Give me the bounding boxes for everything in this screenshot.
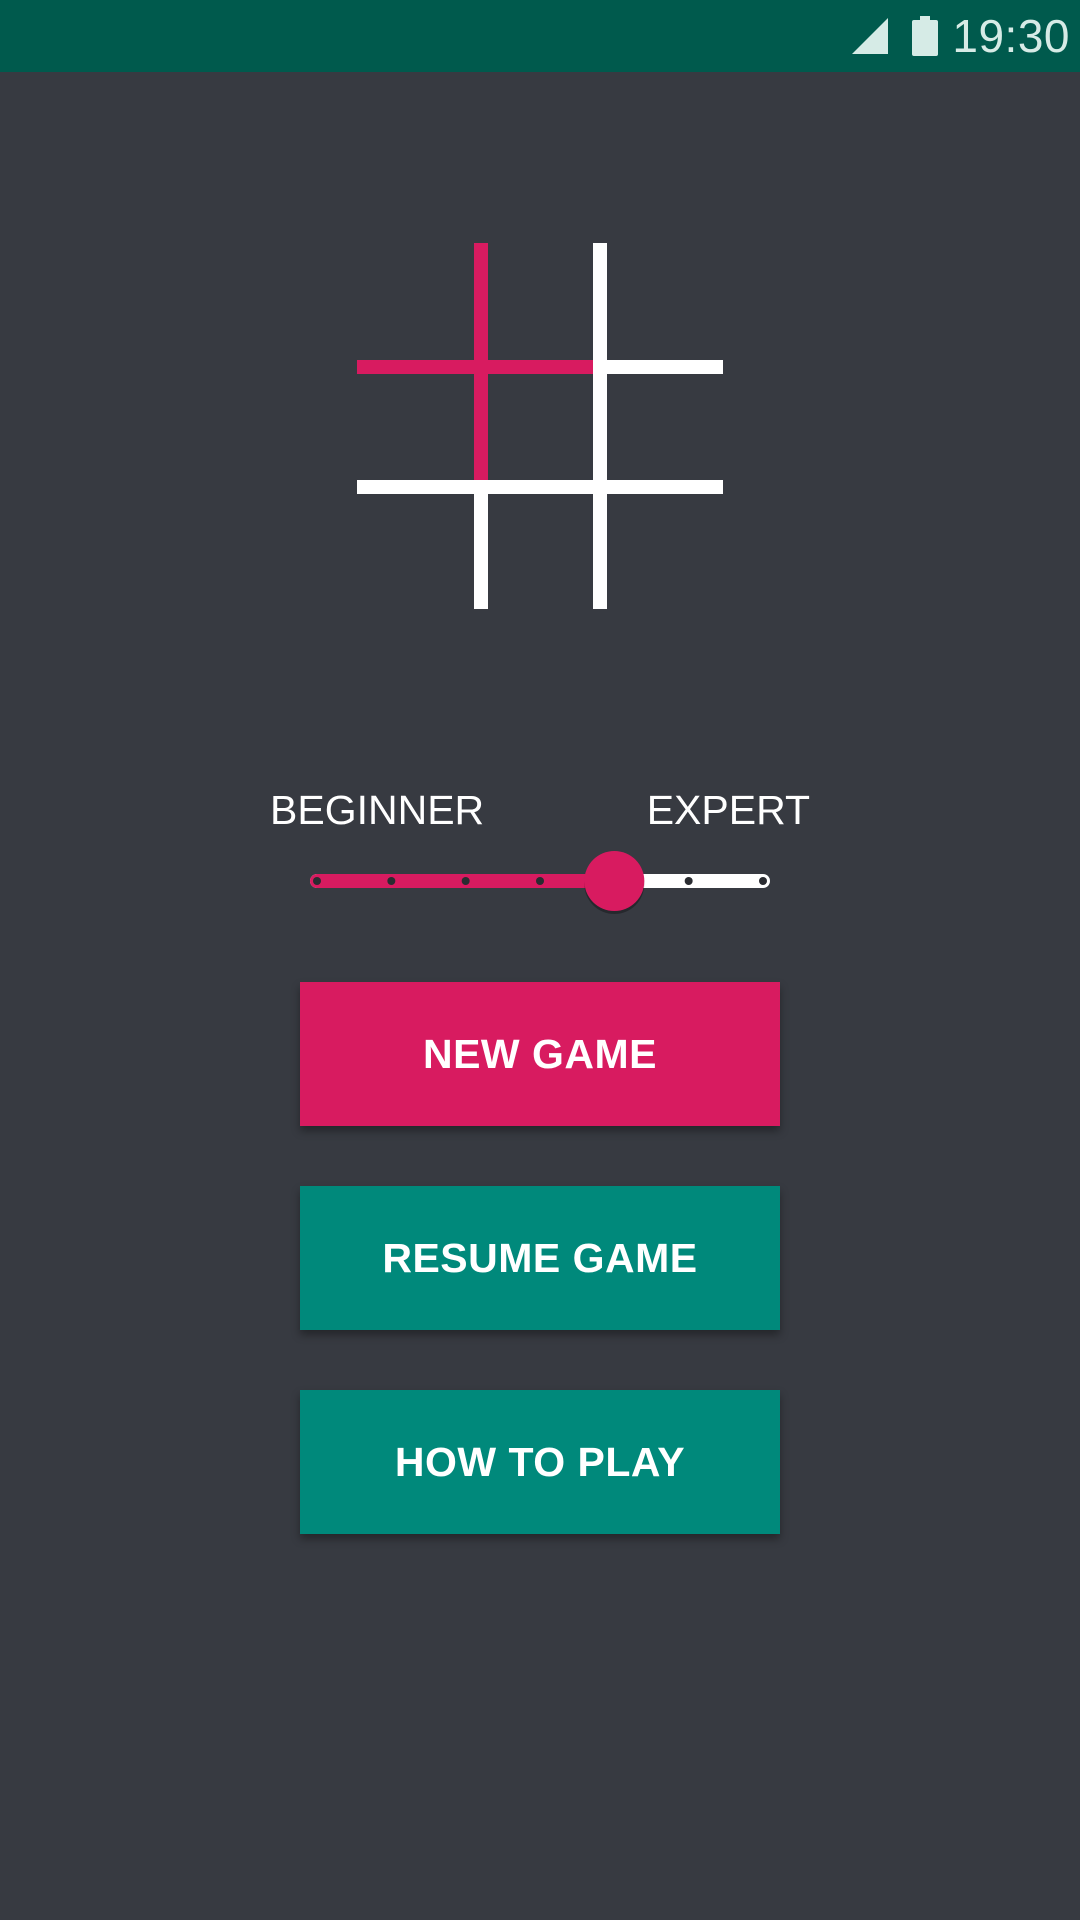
slider-tick <box>313 877 321 885</box>
tic-tac-toe-grid-icon <box>357 243 723 609</box>
slider-tick <box>759 877 767 885</box>
slider-tick <box>536 877 544 885</box>
new-game-button[interactable]: NEW GAME <box>300 982 780 1126</box>
slider-thumb[interactable] <box>584 851 645 911</box>
difficulty-min-label: BEGINNER <box>270 787 485 833</box>
status-bar: 19:30 <box>0 0 1080 72</box>
battery-icon <box>912 16 938 56</box>
slider-tick <box>684 877 693 885</box>
slider-tick <box>461 877 470 885</box>
resume-game-button[interactable]: RESUME GAME <box>300 1186 780 1330</box>
difficulty-max-label: EXPERT <box>646 787 810 833</box>
how-to-play-button[interactable]: HOW TO PLAY <box>300 1390 780 1534</box>
slider-tick <box>387 877 396 885</box>
cellular-signal-icon <box>852 18 888 54</box>
difficulty-slider[interactable] <box>300 840 780 920</box>
status-clock: 19:30 <box>952 10 1070 62</box>
